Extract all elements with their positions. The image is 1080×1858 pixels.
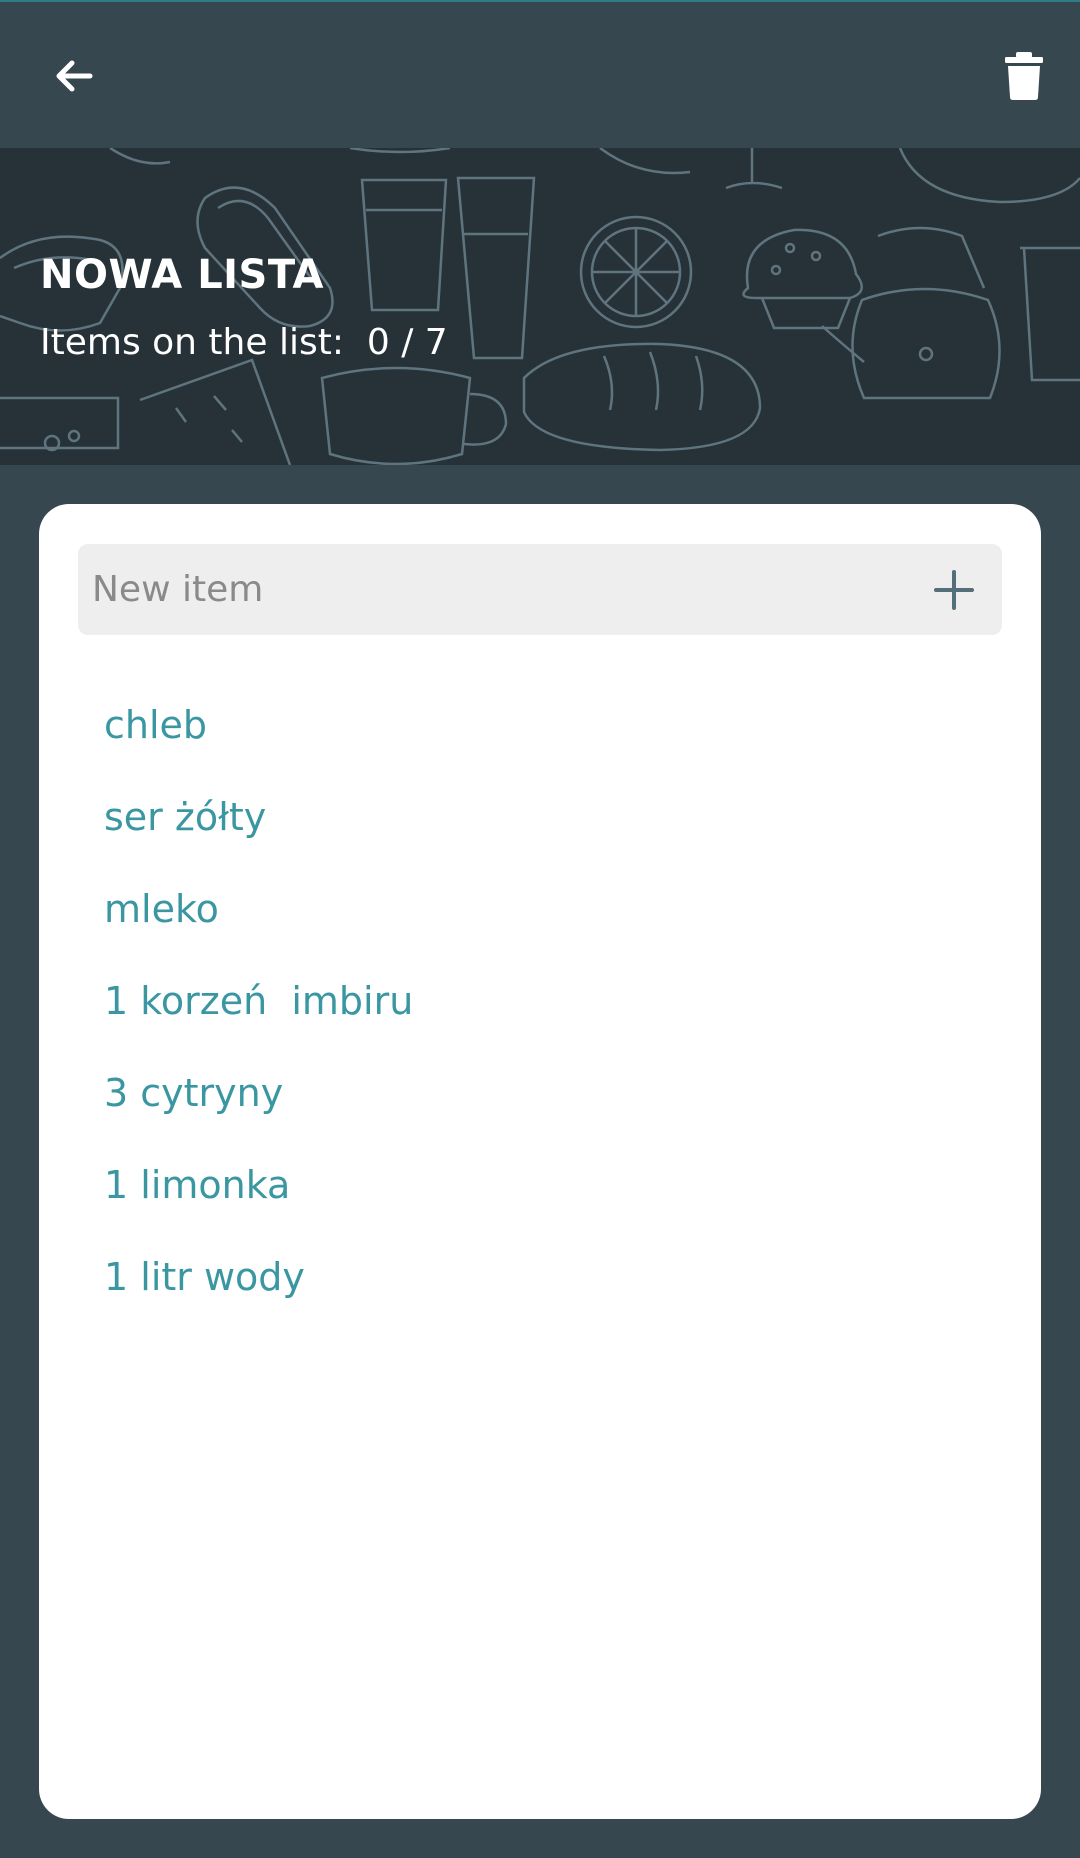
items-count-text: Items on the list: 0 / 7	[40, 322, 448, 363]
list-item[interactable]: chleb	[104, 679, 984, 771]
new-item-input[interactable]	[92, 544, 872, 635]
back-button[interactable]	[24, 26, 124, 126]
list-item[interactable]: 1 korzeń imbiru	[104, 955, 984, 1047]
plus-icon	[934, 570, 974, 610]
shopping-items-list: chleb ser żółty mleko 1 korzeń imbiru 3 …	[104, 679, 984, 1323]
list-title: NOWA LISTA	[40, 252, 325, 298]
list-header: NOWA LISTA Items on the list: 0 / 7	[0, 148, 1080, 465]
list-item[interactable]: 3 cytryny	[104, 1047, 984, 1139]
list-item[interactable]: ser żółty	[104, 771, 984, 863]
arrow-left-icon	[56, 60, 93, 92]
app-bar	[0, 0, 1080, 148]
list-card: chleb ser żółty mleko 1 korzeń imbiru 3 …	[39, 504, 1041, 1819]
trash-icon	[1005, 52, 1043, 100]
delete-list-button[interactable]	[974, 26, 1074, 126]
list-item[interactable]: mleko	[104, 863, 984, 955]
food-doodle-background	[0, 148, 1080, 465]
app-screen: NOWA LISTA Items on the list: 0 / 7 chle…	[0, 0, 1080, 1858]
list-item[interactable]: 1 litr wody	[104, 1231, 984, 1323]
new-item-bar	[78, 544, 1002, 635]
add-item-button[interactable]	[912, 548, 996, 632]
list-item[interactable]: 1 limonka	[104, 1139, 984, 1231]
